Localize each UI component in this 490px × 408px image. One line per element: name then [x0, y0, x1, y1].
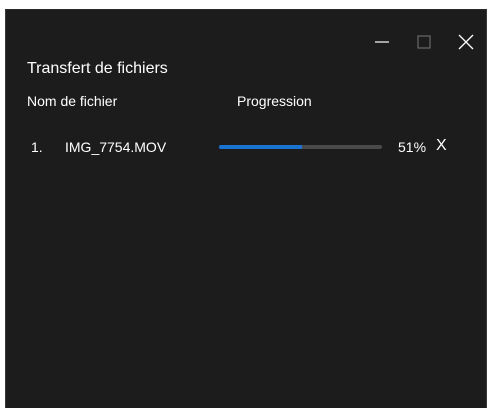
- progress-percent: 51%: [398, 139, 427, 155]
- row-index: 1.: [31, 139, 43, 155]
- cancel-transfer-button[interactable]: X: [436, 137, 447, 155]
- maximize-button[interactable]: [412, 30, 436, 54]
- close-button[interactable]: [454, 30, 478, 54]
- file-name: IMG_7754.MOV: [65, 139, 167, 155]
- minimize-button[interactable]: [370, 30, 394, 54]
- maximize-icon: [417, 35, 431, 49]
- column-header-file: Nom de fichier: [27, 93, 118, 109]
- window-controls: [370, 30, 478, 54]
- column-header-progress: Progression: [237, 93, 312, 109]
- window-title: Transfert de fichiers: [27, 60, 168, 77]
- close-icon: [458, 34, 474, 50]
- table-row: 1. IMG_7754.MOV 51% X: [27, 137, 486, 157]
- minimize-icon: [375, 41, 389, 43]
- file-transfer-window: Transfert de fichiers Nom de fichier Pro…: [5, 9, 487, 408]
- progress-bar: [219, 145, 382, 149]
- progress-bar-fill: [219, 145, 303, 149]
